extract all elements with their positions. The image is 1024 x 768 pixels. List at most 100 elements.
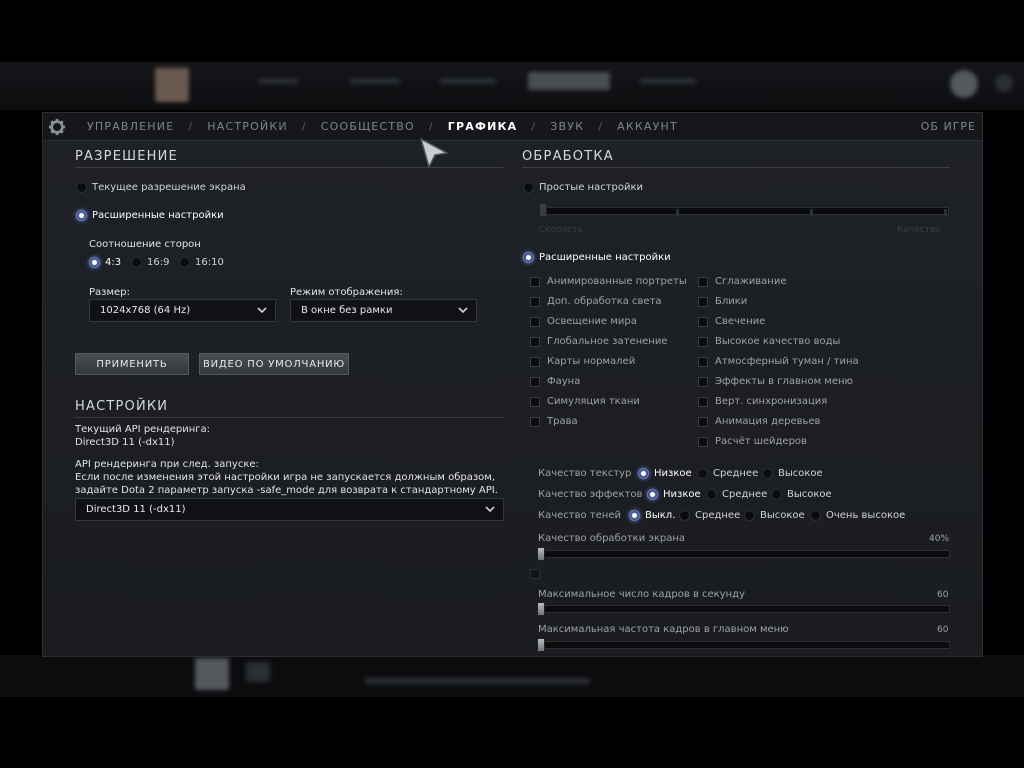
radio-icon (523, 182, 534, 193)
apply-button[interactable]: ПРИМЕНИТЬ (75, 353, 189, 375)
shadow-medium-radio[interactable]: Среднее (679, 510, 740, 521)
shadow-very-high-radio[interactable]: Очень высокое (810, 510, 905, 521)
radio-selected-icon (629, 510, 640, 521)
background-icon (995, 74, 1013, 92)
checkbox-tree-animation[interactable]: Анимация деревьев (698, 416, 820, 427)
checkbox-world-lighting[interactable]: Освещение мира (530, 316, 637, 327)
tab-account[interactable]: АККАУНТ (617, 120, 678, 133)
radio-icon (76, 182, 87, 193)
checkbox-icon (698, 436, 708, 447)
checkbox-disabled-option (530, 569, 547, 579)
chevron-down-icon (458, 307, 468, 314)
current-resolution-radio[interactable]: Текущее разрешение экрана (76, 182, 246, 193)
tab-controls[interactable]: УПРАВЛЕНИЕ (87, 120, 174, 133)
screen-quality-value: 40% (929, 534, 950, 544)
render-api-dropdown[interactable]: Direct3D 11 (-dx11) (75, 498, 504, 521)
checkbox-fauna[interactable]: Фауна (530, 376, 580, 387)
checkbox-ambient-occlusion[interactable]: Глобальное затенение (530, 336, 667, 347)
current-api-label: Текущий API рендеринга: (75, 424, 211, 435)
tab-graphics[interactable]: ГРАФИКА (448, 120, 518, 133)
display-mode-dropdown[interactable]: В окне без рамки (290, 299, 477, 322)
radio-icon (679, 510, 690, 521)
slider-handle[interactable] (537, 638, 545, 652)
checkbox-icon (698, 276, 708, 287)
effects-high-radio[interactable]: Высокое (771, 489, 832, 500)
background-tab (350, 78, 400, 84)
next-api-label: API рендеринга при след. запуске: (75, 459, 259, 470)
effects-quality-label: Качество эффектов (538, 489, 643, 500)
tab-sound[interactable]: ЗВУК (550, 120, 584, 133)
checkbox-atmospheric-fog[interactable]: Атмосферный туман / тина (698, 356, 859, 367)
slider-handle[interactable] (539, 203, 547, 217)
max-fps-label: Максимальное число кадров в секунду (538, 589, 746, 600)
checkbox-cloth-simulation[interactable]: Симуляция ткани (530, 396, 640, 407)
checkbox-high-quality-water[interactable]: Высокое качество воды (698, 336, 840, 347)
advanced-rendering-radio[interactable]: Расширенные настройки (523, 252, 671, 263)
texture-quality-label: Качество текстур (538, 468, 632, 479)
background-tab (528, 72, 610, 90)
checkbox-antialiasing[interactable]: Сглаживание (698, 276, 786, 287)
aspect-4-3-radio[interactable]: 4:3 (89, 257, 121, 268)
aspect-16-9-radio[interactable]: 16:9 (131, 257, 169, 268)
radio-selected-icon (647, 489, 658, 500)
settings-nav: УПРАВЛЕНИЕ / НАСТРОЙКИ / СООБЩЕСТВО / ГР… (43, 113, 982, 141)
size-value: 1024x768 (64 Hz) (100, 305, 191, 316)
checkbox-bloom[interactable]: Свечение (698, 316, 765, 327)
nav-separator: / (428, 120, 434, 133)
texture-medium-radio[interactable]: Среднее (697, 468, 758, 479)
simple-slider-right-label: Качество (897, 225, 941, 235)
max-fps-value: 60 (937, 590, 949, 600)
checkbox-icon (530, 416, 540, 427)
checkbox-icon (530, 316, 540, 327)
display-mode-value: В окне без рамки (301, 305, 393, 316)
shadow-high-radio[interactable]: Высокое (744, 510, 805, 521)
checkbox-icon (698, 416, 708, 427)
menu-fps-slider[interactable] (538, 641, 950, 649)
slider-tick (944, 209, 947, 216)
effects-medium-radio[interactable]: Среднее (706, 489, 767, 500)
tab-community[interactable]: СООБЩЕСТВО (321, 120, 415, 133)
checkbox-shader-compute[interactable]: Расчёт шейдеров (698, 436, 807, 447)
radio-icon (762, 468, 773, 479)
simple-quality-slider[interactable] (539, 207, 949, 215)
gear-icon[interactable] (48, 118, 66, 136)
settings-panel: УПРАВЛЕНИЕ / НАСТРОЙКИ / СООБЩЕСТВО / ГР… (42, 112, 983, 657)
tab-about[interactable]: ОБ ИГРЕ (921, 120, 976, 133)
default-video-button[interactable]: ВИДЕО ПО УМОЛЧАНИЮ (199, 353, 349, 375)
shadow-off-radio[interactable]: Выкл. (629, 510, 675, 521)
nav-separator: / (188, 120, 194, 133)
nav-tabs: УПРАВЛЕНИЕ / НАСТРОЙКИ / СООБЩЕСТВО / ГР… (87, 120, 678, 133)
checkbox-grass[interactable]: Трава (530, 416, 578, 427)
texture-low-radio[interactable]: Низкое (638, 468, 692, 479)
radio-selected-icon (76, 210, 87, 221)
checkbox-vsync[interactable]: Верт. синхронизация (698, 396, 827, 407)
rendering-title: ОБРАБОТКА (522, 149, 614, 164)
aspect-16-10-radio[interactable]: 16:10 (179, 257, 224, 268)
max-fps-slider[interactable] (538, 605, 950, 613)
background-bottom-bar (0, 655, 1024, 697)
effects-low-radio[interactable]: Низкое (647, 489, 701, 500)
checkbox-icon (530, 276, 540, 287)
slider-handle[interactable] (537, 547, 545, 561)
advanced-resolution-radio[interactable]: Расширенные настройки (76, 210, 224, 221)
render-api-value: Direct3D 11 (-dx11) (86, 504, 186, 515)
background-icon (950, 70, 978, 98)
checkbox-normal-maps[interactable]: Карты нормалей (530, 356, 635, 367)
shadow-quality-label: Качество теней (538, 510, 621, 521)
texture-high-radio[interactable]: Высокое (762, 468, 823, 479)
simple-slider-left-label: Скорость (539, 225, 583, 235)
checkbox-additional-lighting[interactable]: Доп. обработка света (530, 296, 662, 307)
radio-icon (697, 468, 708, 479)
size-dropdown[interactable]: 1024x768 (64 Hz) (89, 299, 276, 322)
slider-tick (810, 209, 813, 216)
next-api-note: задайте Dota 2 параметр запуска -safe_mo… (75, 485, 498, 496)
checkbox-animated-portraits[interactable]: Анимированные портреты (530, 276, 687, 287)
screen-quality-slider[interactable] (538, 550, 950, 558)
tab-options[interactable]: НАСТРОЙКИ (207, 120, 288, 133)
checkbox-icon (530, 569, 540, 579)
nav-separator: / (531, 120, 537, 133)
slider-handle[interactable] (537, 602, 545, 616)
simple-settings-radio[interactable]: Простые настройки (523, 182, 643, 193)
checkbox-main-menu-effects[interactable]: Эффекты в главном меню (698, 376, 853, 387)
checkbox-specular[interactable]: Блики (698, 296, 747, 307)
